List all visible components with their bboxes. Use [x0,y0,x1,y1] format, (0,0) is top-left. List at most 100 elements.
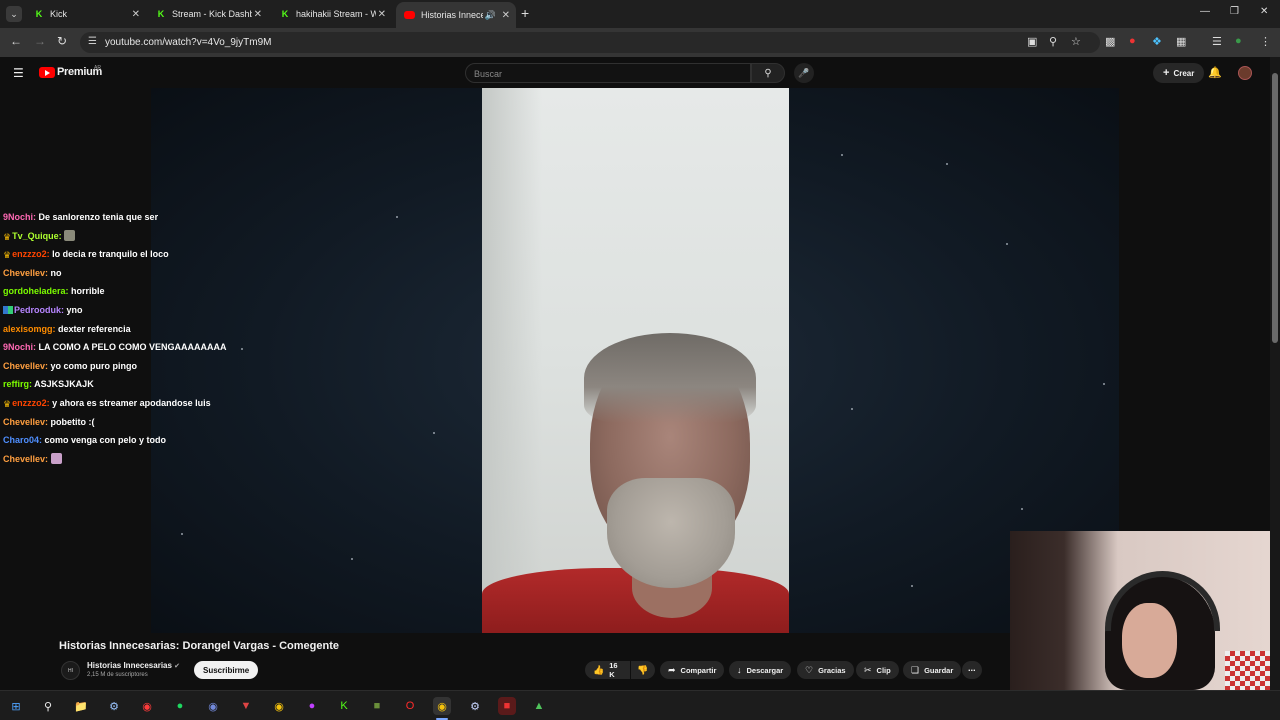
profile-icon[interactable]: ● [1235,35,1242,47]
chat-username[interactable]: Charo04: [3,435,42,445]
like-button[interactable]: 👍 16 K [585,661,630,679]
chat-username[interactable]: enzzzo2: [12,249,50,259]
media-control-icon[interactable]: ☰ [1212,35,1222,48]
tab-hakihakii-stream[interactable]: K hakihakii Stream - W ✕ [272,0,392,28]
chrome-active-icon[interactable]: ◉ [433,697,451,720]
close-tab-icon[interactable]: ✕ [132,9,140,20]
more-actions-button[interactable]: ⋯ [962,661,982,679]
install-app-icon[interactable]: ▣ [1027,35,1037,48]
tab-search-icon[interactable]: ⌄ [6,6,22,22]
app-icon[interactable]: ▼ [237,697,255,715]
chat-text: yo como puro pingo [50,360,138,371]
chat-username[interactable]: reffirg: [3,379,32,389]
extension-icon[interactable]: ▩ [1105,35,1115,48]
download-button[interactable]: ↓ Descargar [729,661,792,679]
video-player[interactable] [151,88,1119,633]
close-window-icon[interactable]: ✕ [1260,6,1268,17]
extension-icon[interactable]: ❖ [1152,35,1162,48]
menu-kebab-icon[interactable]: ⋮ [1260,35,1271,48]
youtube-header: ☰ Premium AR ⚲ 🎤 + Crear 🔔 [0,57,1270,88]
chat-username[interactable]: 9Nochi: [3,342,36,352]
create-button[interactable]: + Crear [1153,63,1205,83]
app-icon[interactable]: ■ [498,697,516,715]
app-icon[interactable]: ◉ [138,697,156,715]
create-label: Crear [1173,68,1195,78]
restore-icon[interactable]: ❐ [1230,6,1239,17]
chat-username[interactable]: 9Nochi: [3,212,36,222]
chat-username[interactable]: Chevellev: [3,454,48,464]
minecraft-icon[interactable]: ■ [368,697,386,715]
user-avatar[interactable] [1238,66,1252,80]
steam-icon[interactable]: ⚙ [105,697,123,715]
search-box[interactable] [465,63,751,83]
chat-message: 9Nochi: De sanlorenzo tenia que ser [3,208,263,227]
download-label: Descargar [746,665,784,675]
youtube-logo-icon[interactable] [39,67,55,78]
chat-message: Pedrooduk: yno [3,301,263,320]
headphones-icon [1105,571,1220,631]
save-label: Guardar [924,665,954,675]
channel-name[interactable]: Historias Innecesarias ✔ [87,661,180,670]
search-input[interactable] [466,65,726,83]
subscriber-count: 2,15 M de suscriptores [87,672,148,678]
browser-tab-strip: ⌄ K Kick ✕ K Stream - Kick Dashbo ✕ K ha… [0,0,1280,28]
video-frame [482,88,789,633]
extensions-puzzle-icon[interactable]: ▦ [1176,35,1186,48]
hamburger-menu-icon[interactable]: ☰ [13,66,24,80]
chat-username[interactable]: Pedrooduk: [14,305,64,315]
tab-kick-dashboard[interactable]: K Stream - Kick Dashbo ✕ [148,0,268,28]
reload-icon[interactable]: ↻ [57,34,67,48]
file-explorer-icon[interactable]: 📁 [72,697,90,715]
app-icon[interactable]: ● [303,697,321,715]
back-icon[interactable]: ← [10,34,22,48]
chat-username[interactable]: alexisomgg: [3,324,56,334]
notifications-bell-icon[interactable]: 🔔 [1208,66,1222,79]
speaker-icon[interactable]: 🔊 [485,10,496,21]
scrollbar-thumb[interactable] [1272,73,1278,343]
opera-icon[interactable]: O [401,697,419,715]
spotify-icon[interactable]: ● [171,697,189,715]
windows-start-icon[interactable]: ⊞ [7,697,25,715]
new-tab-icon[interactable]: + [521,5,529,21]
channel-avatar[interactable]: HI [61,661,80,680]
dislike-button[interactable]: 👎 [631,661,655,679]
chat-username[interactable]: Chevellev: [3,417,48,427]
address-bar[interactable]: ☰ youtube.com/watch?v=4Vo_9jyTm9M [80,32,1100,53]
minimize-icon[interactable]: — [1200,6,1210,17]
chat-message: ♛Tv_Quique: [3,227,263,246]
thanks-button[interactable]: ♡ Gracias [797,661,854,679]
kick-icon[interactable]: K [335,697,353,715]
share-button[interactable]: ➦ Compartir [660,661,725,679]
close-tab-icon[interactable]: ✕ [378,9,386,20]
tab-historias-innecesarias[interactable]: Historias Innece 🔊 ✕ [396,2,516,28]
clip-button[interactable]: ✂ Clip [856,661,899,679]
chrome-icon[interactable]: ◉ [270,697,288,715]
zoom-icon[interactable]: ⚲ [1049,35,1057,48]
chat-username[interactable]: Tv_Quique: [12,231,62,241]
search-icon: ⚲ [764,67,772,79]
subscribe-button[interactable]: Suscribirme [194,661,259,679]
save-button[interactable]: ❏ Guardar [903,661,962,679]
chat-username[interactable]: enzzzo2: [12,398,50,408]
discord-icon[interactable]: ◉ [204,697,222,715]
close-tab-icon[interactable]: ✕ [254,9,262,20]
chat-username[interactable]: Chevellev: [3,268,48,278]
site-info-icon[interactable]: ☰ [88,36,97,47]
chat-message: alexisomgg: dexter referencia [3,320,263,339]
tab-kick[interactable]: K Kick ✕ [26,0,146,28]
chat-username[interactable]: gordoheladera: [3,286,69,296]
chat-message: reffirg: ASJKSJKAJK [3,375,263,394]
video-title: Historias Innecesarias: Dorangel Vargas … [59,640,339,652]
page-scrollbar[interactable] [1270,57,1280,690]
bookmark-star-icon[interactable]: ☆ [1071,35,1081,48]
app-icon[interactable]: ⚙ [466,697,484,715]
chat-message: Chevellev: no [3,264,263,283]
search-icon[interactable]: ⚲ [39,697,57,715]
chat-username[interactable]: Chevellev: [3,361,48,371]
close-tab-icon[interactable]: ✕ [502,10,510,21]
voice-search-button[interactable]: 🎤 [794,63,814,83]
search-button[interactable]: ⚲ [751,63,785,83]
extension-icon[interactable]: ● [1129,35,1136,47]
forward-icon[interactable]: → [34,34,46,48]
app-icon[interactable]: ▲ [530,697,548,715]
